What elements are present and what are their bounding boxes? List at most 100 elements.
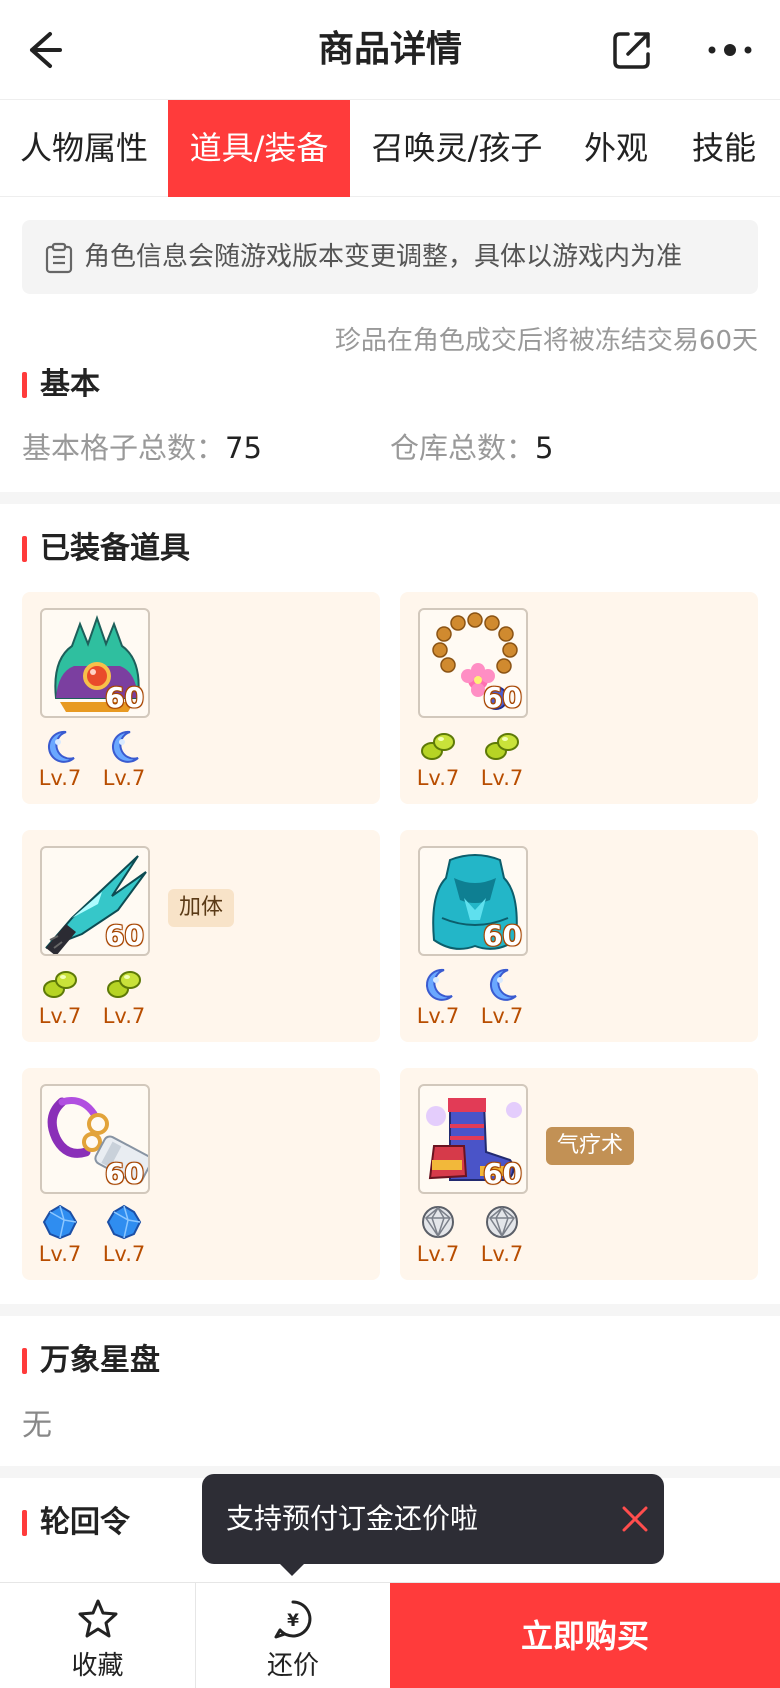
buy-now-button[interactable]: 立即购买 [390,1583,780,1688]
bargain-button[interactable]: ¥ 还价 [196,1583,390,1688]
gem-level: Lv.7 [416,1242,460,1266]
gem-level: Lv.7 [480,1242,524,1266]
slots-label: 基本格子总数： [22,431,226,465]
armor-icon: 60 [418,846,528,956]
tab-appearance[interactable]: 外观 [564,100,668,197]
freeze-note: 珍品在角色成交后将被冻结交易60天 [334,326,758,356]
equipment-card-weapon[interactable]: 60 加体 Lv.7 Lv.7 [22,830,380,1042]
bargain-tooltip: 支持预付订金还价啦 [202,1474,664,1576]
bargain-chat-icon: ¥ [274,1600,312,1639]
green-gem-icon [107,971,141,998]
warehouse-label: 仓库总数： [390,431,536,465]
gem-level: Lv.7 [416,1004,460,1028]
tooltip-arrow [278,1562,306,1576]
gem-slot: Lv.7 [408,1204,468,1266]
favorite-label: 收藏 [71,1651,124,1681]
green-gem-icon [421,733,455,760]
section-title-text: 轮回令 [40,1505,130,1540]
gem-level: Lv.7 [38,1242,82,1266]
belt-icon: 60 [40,1084,150,1194]
close-icon[interactable] [620,1504,650,1534]
category-tabs: 人物属性 道具/装备 召唤灵/孩子 外观 技能 [0,100,780,197]
section-divider [0,492,780,504]
equipment-skill-tag: 气疗术 [546,1127,635,1165]
green-gem-icon [485,733,519,760]
gem-level: Lv.7 [480,1004,524,1028]
moon-gem-icon [47,730,75,763]
warehouse-count: 仓库总数：5 [390,425,553,467]
basic-slots: 基本格子总数：75 [22,425,262,467]
equipment-card-helmet[interactable]: 60 Lv.7 Lv.7 [22,592,380,804]
share-icon[interactable] [608,26,656,74]
equipment-effect-tag: 加体 [168,889,235,927]
warehouse-value: 5 [535,431,554,465]
gem-slot: Lv.7 [94,728,154,790]
item-level: 60 [483,681,522,714]
gem-level: Lv.7 [102,1242,146,1266]
gem-slot: Lv.7 [472,1204,532,1266]
section-title-text: 已装备道具 [40,531,190,566]
green-gem-icon [43,971,77,998]
section-title-text: 基本 [40,367,100,402]
bottom-action-bar: 收藏 ¥ 还价 立即购买 [0,1582,780,1688]
favorite-button[interactable]: 收藏 [0,1583,195,1688]
gem-level: Lv.7 [102,1004,146,1028]
section-marker [22,1348,27,1374]
equipment-card-belt[interactable]: 60 Lv.7 Lv.7 [22,1068,380,1280]
tab-summons-children[interactable]: 召唤灵/孩子 [350,100,564,197]
gem-slot: Lv.7 [472,728,532,790]
info-notice: 角色信息会随游戏版本变更调整，具体以游戏内为准 [22,220,758,294]
moon-gem-icon [489,968,517,1001]
gem-slot: Lv.7 [472,966,532,1028]
item-level: 60 [105,1157,144,1190]
necklace-icon: 60 [418,608,528,718]
notice-text: 角色信息会随游戏版本变更调整，具体以游戏内为准 [84,242,683,272]
equipment-card-necklace[interactable]: 60 Lv.7 Lv.7 [400,592,758,804]
clipboard-icon [44,242,74,274]
boots-icon: 60 [418,1084,528,1194]
more-options-icon[interactable] [704,26,756,74]
silver-gem-icon [486,1206,518,1239]
gem-slot: Lv.7 [30,728,90,790]
item-level: 60 [483,1157,522,1190]
section-marker [22,372,27,398]
star-icon [78,1599,117,1638]
gem-slot: Lv.7 [94,966,154,1028]
gem-level: Lv.7 [102,766,146,790]
back-arrow-icon[interactable] [20,26,68,74]
gem-level: Lv.7 [38,1004,82,1028]
gem-slot: Lv.7 [408,728,468,790]
blue-crystal-icon [42,1204,78,1240]
moon-gem-icon [111,730,139,763]
tab-items-equipment[interactable]: 道具/装备 [168,100,350,197]
item-level: 60 [105,681,144,714]
section-marker [22,1510,27,1536]
section-marker [22,536,27,562]
claw-weapon-icon: 60 [40,846,150,956]
section-title-text: 万象星盘 [40,1343,160,1378]
gem-level: Lv.7 [38,766,82,790]
tab-character-attributes[interactable]: 人物属性 [0,100,168,197]
top-nav-bar: 商品详情 [0,0,780,100]
gem-slot: Lv.7 [408,966,468,1028]
moon-gem-icon [425,968,453,1001]
page-title: 商品详情 [317,29,462,70]
gem-slot: Lv.7 [30,1204,90,1266]
gem-slot: Lv.7 [94,1204,154,1266]
gem-level: Lv.7 [416,766,460,790]
equipment-card-armor[interactable]: 60 Lv.7 Lv.7 [400,830,758,1042]
bargain-label: 还价 [266,1651,319,1681]
star-disk-value: 无 [22,1408,52,1443]
tooltip-text: 支持预付订金还价啦 [226,1502,479,1535]
tab-skills[interactable]: 技能 [668,100,780,197]
helmet-icon: 60 [40,608,150,718]
svg-text:¥: ¥ [287,1611,299,1631]
slots-value: 75 [225,431,262,465]
item-level: 60 [483,919,522,952]
section-divider [0,1304,780,1316]
item-level: 60 [105,919,144,952]
gem-level: Lv.7 [480,766,524,790]
silver-gem-icon [422,1206,454,1239]
gem-slot: Lv.7 [30,966,90,1028]
equipment-card-boots[interactable]: 60 气疗术 Lv.7 Lv.7 [400,1068,758,1280]
